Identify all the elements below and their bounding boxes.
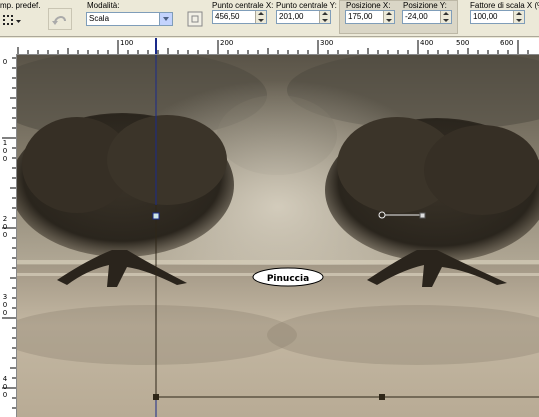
scale-x-label: Fattore di scala X (%) bbox=[470, 1, 539, 10]
ruler-label: 0 bbox=[2, 231, 8, 239]
spin-arrows-icon[interactable] bbox=[440, 11, 451, 23]
spin-arrows-icon[interactable] bbox=[319, 11, 330, 23]
mode-label: Modalità: bbox=[87, 1, 120, 10]
ruler-label: 0 bbox=[2, 383, 8, 391]
ruler-label: 200 bbox=[220, 39, 234, 47]
preset-label: mp. predef. bbox=[0, 1, 41, 10]
center-x-label: Punto centrale X: bbox=[212, 1, 274, 10]
undo-arrow-icon bbox=[52, 16, 66, 25]
pos-x-field[interactable]: 175,00 bbox=[345, 10, 395, 24]
reset-button[interactable] bbox=[48, 8, 72, 30]
pos-y-field[interactable]: -24,00 bbox=[402, 10, 452, 24]
scale-x-value: 100,00 bbox=[473, 12, 498, 21]
spin-arrows-icon[interactable] bbox=[513, 11, 524, 23]
scale-x-field[interactable]: 100,00 bbox=[470, 10, 525, 24]
ruler-label: 100 bbox=[120, 39, 134, 47]
ruler-label: 0 bbox=[2, 58, 8, 66]
center-point-button[interactable] bbox=[186, 10, 204, 28]
center-y-label: Punto centrale Y: bbox=[276, 1, 337, 10]
preset-button[interactable] bbox=[1, 12, 23, 28]
ruler-label: 1 bbox=[2, 139, 8, 147]
center-x-field[interactable]: 456,50 bbox=[212, 10, 267, 24]
watermark-text: Pinuccia bbox=[267, 274, 309, 284]
ruler-label: 0 bbox=[2, 301, 8, 309]
mode-select[interactable]: Scala bbox=[86, 12, 173, 26]
ruler-label: 500 bbox=[456, 39, 470, 47]
ruler-label: 0 bbox=[2, 155, 8, 163]
center-x-value: 456,50 bbox=[215, 12, 240, 21]
ruler-label: 0 bbox=[2, 147, 8, 155]
tool-options-bar: mp. predef. Modalità: Scala Punto centra… bbox=[0, 0, 539, 37]
landscape-image: Pinuccia bbox=[17, 55, 539, 417]
center-y-field[interactable]: 201,00 bbox=[276, 10, 331, 24]
ruler-guide-marker[interactable] bbox=[155, 38, 157, 54]
ruler-label: 300 bbox=[320, 39, 334, 47]
spin-arrows-icon[interactable] bbox=[255, 11, 266, 23]
grid-dots-icon bbox=[3, 15, 21, 25]
ruler-label: 4 bbox=[2, 375, 8, 383]
pos-y-value: -24,00 bbox=[405, 12, 428, 21]
ruler-label: 0 bbox=[2, 391, 8, 399]
vertical-ruler: 0 1 0 0 2 0 0 3 0 0 4 0 0 bbox=[0, 54, 17, 417]
center-y-value: 201,00 bbox=[279, 12, 304, 21]
ruler-label: 2 bbox=[2, 215, 8, 223]
spin-arrows-icon[interactable] bbox=[383, 11, 394, 23]
image-canvas[interactable]: Pinuccia bbox=[17, 55, 539, 417]
pos-x-value: 175,00 bbox=[348, 12, 373, 21]
chevron-down-icon bbox=[159, 13, 172, 25]
ruler-label: 3 bbox=[2, 293, 8, 301]
center-point-icon bbox=[187, 11, 203, 27]
horizontal-ruler: 100 200 300 400 500 600 bbox=[0, 38, 539, 55]
ruler-label: 0 bbox=[2, 223, 8, 231]
ruler-label: 600 bbox=[500, 39, 514, 47]
pos-y-label: Posizione Y: bbox=[403, 1, 447, 10]
ruler-label: 400 bbox=[420, 39, 434, 47]
pos-x-label: Posizione X: bbox=[346, 1, 391, 10]
mode-value: Scala bbox=[89, 14, 110, 23]
ruler-label: 0 bbox=[2, 309, 8, 317]
